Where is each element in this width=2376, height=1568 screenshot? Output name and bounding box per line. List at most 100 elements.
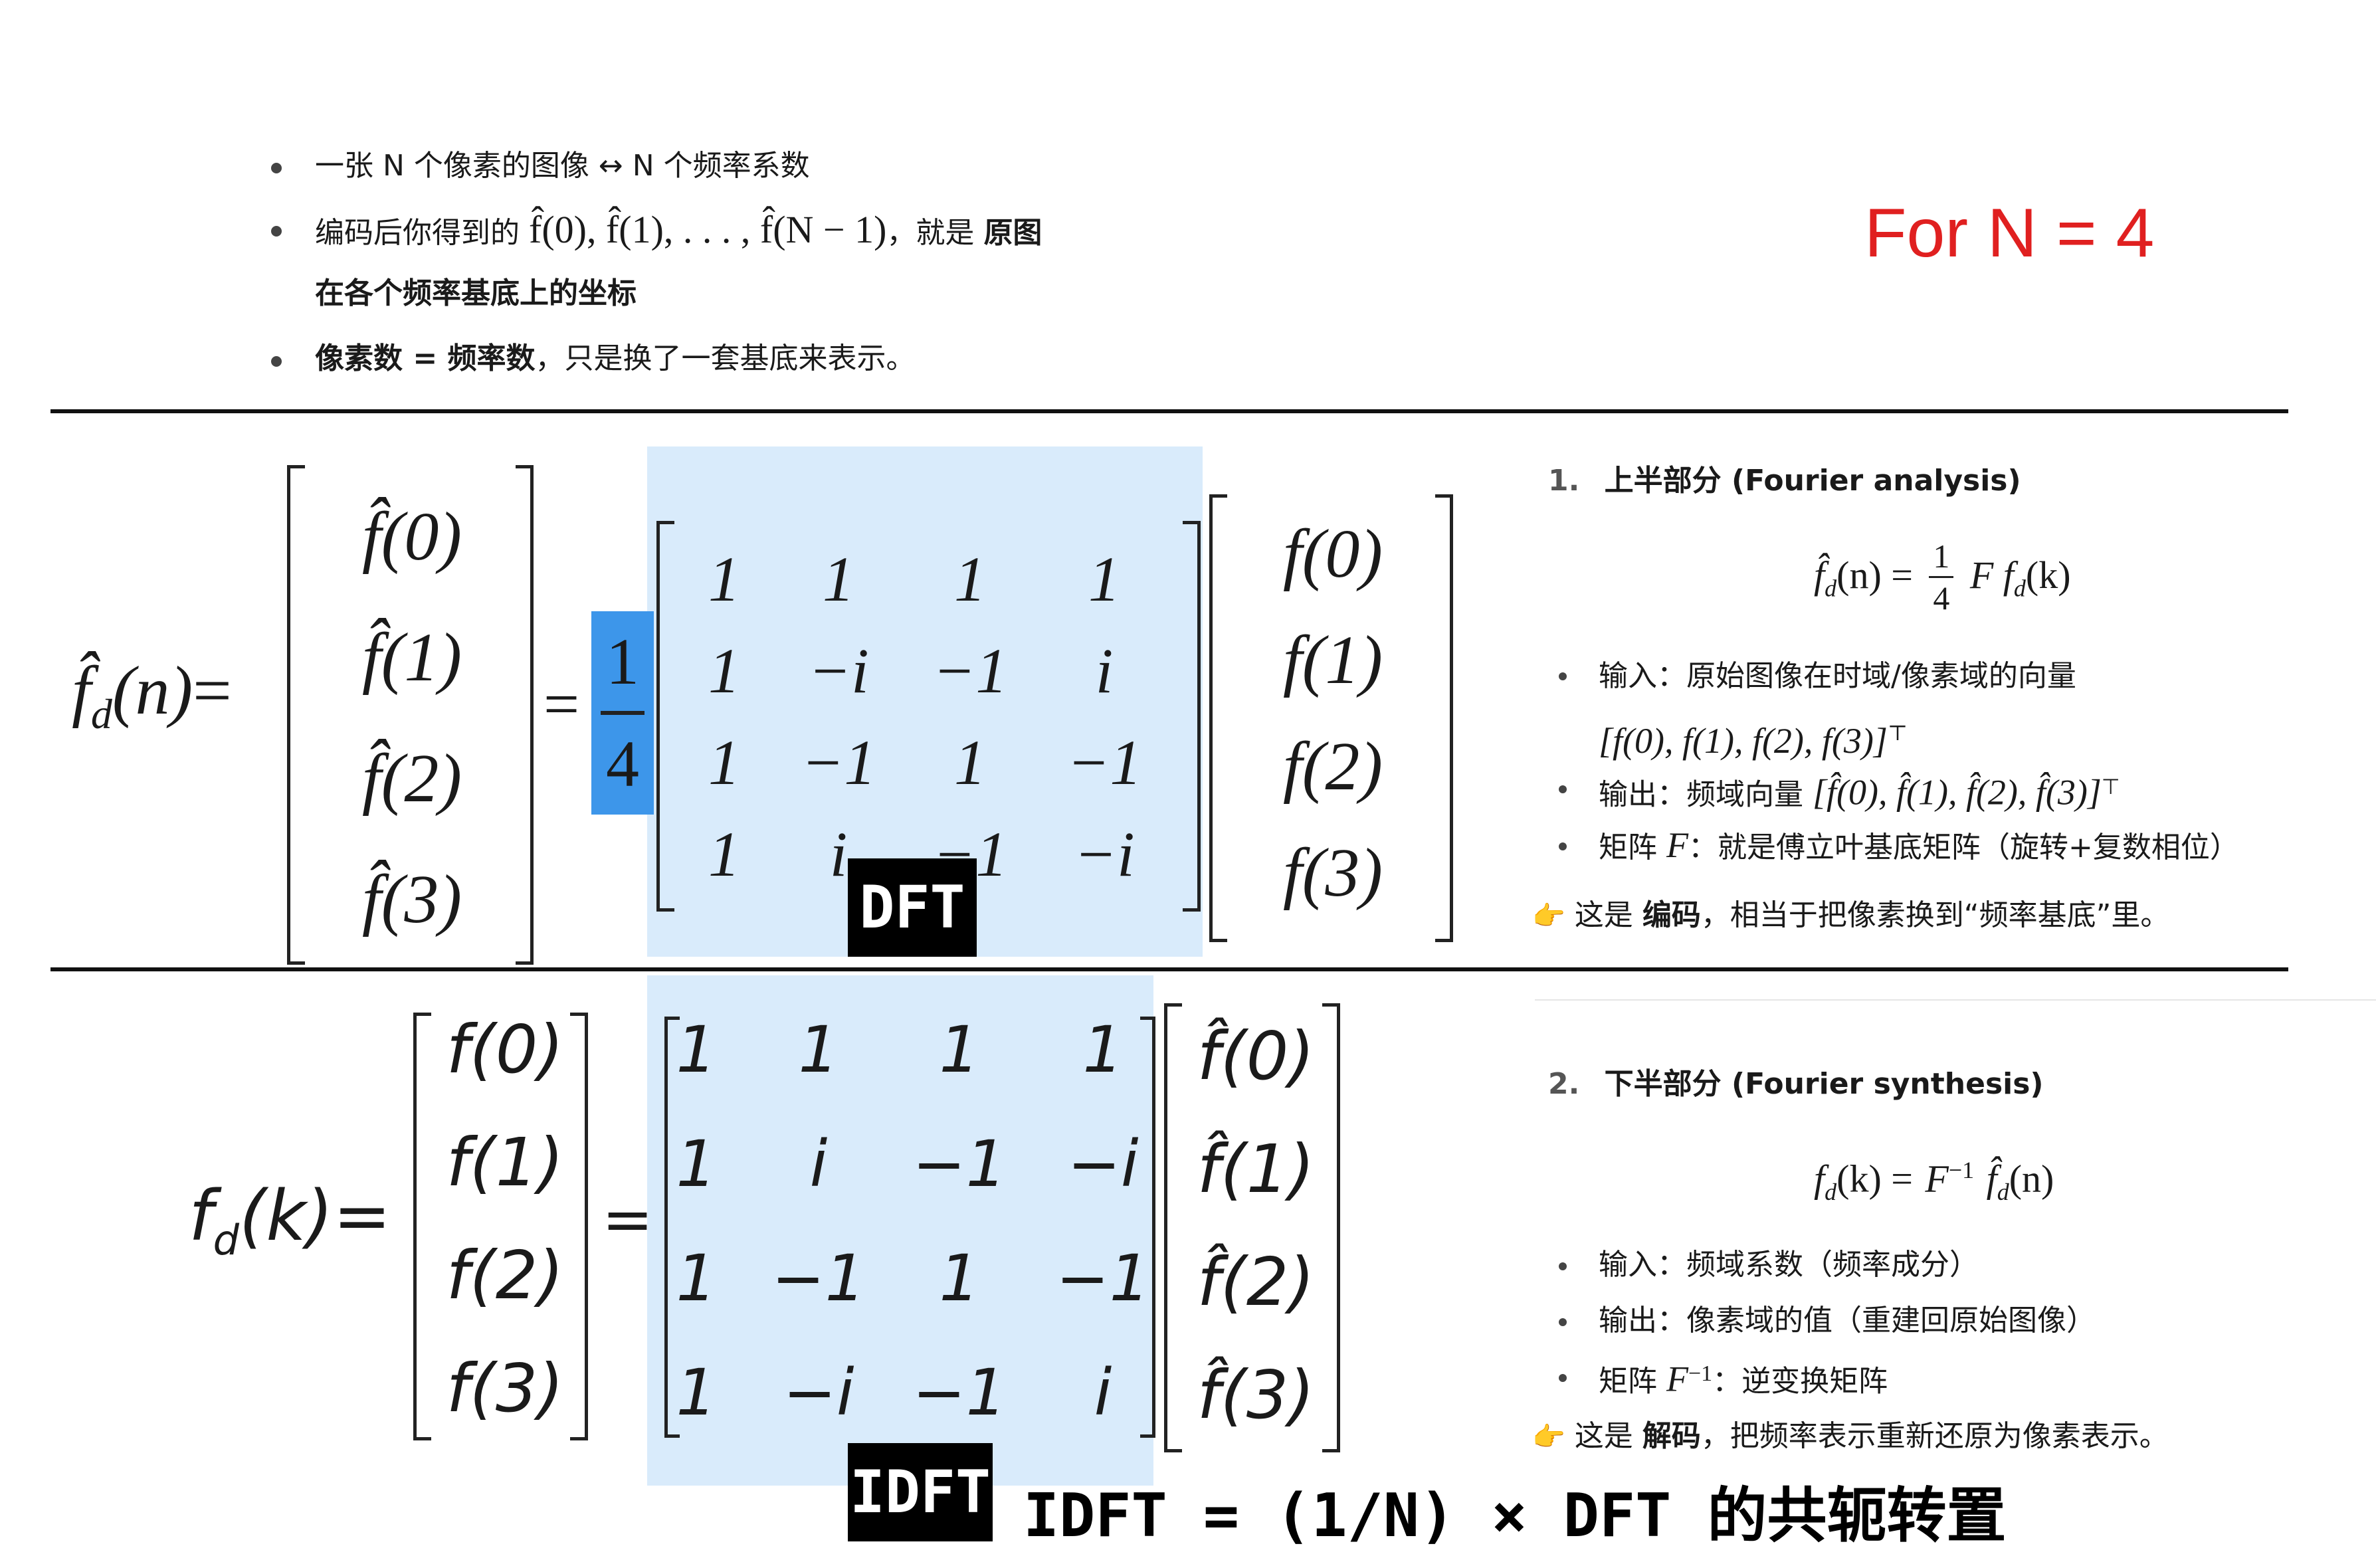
encoding-math: f̂(0), f̂(1), . . . , f̂(N − 1)	[529, 208, 887, 251]
dft-vec-rhs-bracket-left	[1209, 494, 1227, 942]
bullet-dot	[271, 163, 282, 173]
idft-vec-rhs-entry: f̂(0)	[1197, 1017, 1315, 1095]
panel1-formula-frac: 1 4	[1929, 536, 1954, 618]
divider-top	[50, 409, 2288, 413]
divider-light	[1535, 999, 2376, 1001]
idft-matrix-cell: i	[809, 1127, 828, 1201]
idft-vec-rhs-bracket-left	[1164, 1003, 1182, 1452]
dft-lhs-arg: (n)	[112, 652, 193, 729]
panel1-input-sup: ⊤	[1887, 721, 1908, 745]
panel1-formula-frac-num: 1	[1929, 536, 1954, 579]
idft-matrix-cell: i	[1094, 1355, 1112, 1430]
panel1-formula-rhs: F f	[1969, 553, 2014, 597]
bullet-encoding-line2: 在各个频率基底上的坐标	[315, 276, 637, 310]
pixels-eq-freq: 像素数 = 频率数	[315, 342, 536, 375]
dft-fraction-bar	[601, 711, 644, 715]
idft-vec-lhs-entry: f(1)	[446, 1124, 564, 1201]
dft-matrix-cell: −1	[801, 727, 876, 798]
panel2-note-rest: ，把频率表示重新还原为像素表示。	[1700, 1419, 2169, 1453]
bullet-dot	[1559, 672, 1567, 680]
panel1-note-bold: 编码	[1642, 898, 1701, 932]
dft-vec-lhs-entry: f̂(3)	[361, 861, 462, 937]
panel2-input-label: 输入：频域系数（频率成分）	[1599, 1248, 1979, 1282]
dft-vec-rhs-entry: f(1)	[1282, 622, 1383, 698]
panel2-heading-num: 2.	[1548, 1067, 1580, 1101]
for-n-title: For N = 4	[1864, 195, 2155, 272]
panel1-output-label: 输出：频域向量	[1599, 777, 1803, 812]
encoding-bold: 原图	[983, 216, 1042, 250]
dft-matrix-cell: 1	[954, 727, 986, 798]
bullet-dot	[271, 356, 282, 367]
idft-matrix-cell: 1	[676, 1355, 717, 1430]
pixels-eq-freq-rest: ，只是换了一套基底来表示。	[535, 342, 916, 375]
dft-matrix-cell: 1	[823, 543, 854, 615]
panel2-matrix-label: 矩阵	[1599, 1364, 1657, 1399]
bullet-image-frequency: 一张 N 个像素的图像 ↔ N 个频率系数	[315, 149, 810, 183]
panel1-matrix-symbol: F	[1666, 825, 1688, 865]
dft-matrix-cell: 1	[708, 543, 740, 615]
idft-lhs-arg: (k)	[239, 1175, 334, 1256]
bullet-dot	[1559, 1374, 1567, 1382]
conjugate-transpose-caption: IDFT = (1/N) × DFT 的共轭转置	[1023, 1481, 2007, 1551]
bullet-encoding: 编码后你得到的 f̂(0), f̂(1), . . . , f̂(N − 1)，…	[315, 211, 1042, 252]
dft-lhs-symbol: f̂	[72, 652, 91, 729]
dft-lhs: f̂d(n)=	[72, 651, 232, 754]
encoding-mid: ，就是	[886, 216, 975, 250]
dft-vec-lhs-entry: f̂(1)	[361, 619, 462, 696]
idft-matrix-cell: 1	[939, 1013, 980, 1087]
panel2-note-bold: 解码	[1642, 1419, 1701, 1453]
dft-matrix-cell: −1	[932, 635, 1008, 706]
panel2-formula-lhs-arg: (k) =	[1836, 1157, 1913, 1201]
panel2-formula-lhs: f	[1814, 1157, 1825, 1201]
panel1-formula-lhs-arg: (n) =	[1836, 553, 1913, 597]
panel2-note-prefix: 这是	[1574, 1419, 1633, 1453]
panel2-matrix: 矩阵 F−1：逆变换矩阵	[1599, 1355, 1888, 1401]
panel1-output-sup: ⊤	[2101, 774, 2120, 799]
idft-matrix-cell: 1	[676, 1127, 717, 1201]
panel1-matrix: 矩阵 F：就是傅立叶基底矩阵（旋转+复数相位）	[1599, 827, 2239, 866]
pointing-hand-icon: 👉	[1532, 901, 1565, 931]
idft-vec-lhs-entry: f(2)	[446, 1236, 564, 1314]
panel1-matrix-desc: ：就是傅立叶基底矩阵（旋转+复数相位）	[1688, 831, 2239, 864]
dft-fraction-numerator: 1	[606, 625, 639, 698]
dft-matrix-cell: i	[1095, 635, 1114, 706]
dft-vec-lhs-entry: f̂(0)	[361, 498, 462, 575]
idft-matrix-cell: −1	[771, 1241, 866, 1316]
idft-vec-rhs-entry: f̂(3)	[1197, 1356, 1315, 1434]
panel2-note: 👉 这是 解码，把频率表示重新还原为像素表示。	[1532, 1418, 2169, 1456]
dft-vec-lhs-bracket-left	[287, 465, 305, 965]
idft-vec-rhs-entry: f̂(1)	[1197, 1130, 1315, 1208]
dft-matrix-cell: −1	[1066, 727, 1142, 798]
dft-vec-lhs-bracket-right	[516, 465, 534, 965]
panel2-formula-F: F	[1925, 1157, 1949, 1201]
idft-vec-lhs-entry: f(3)	[446, 1349, 564, 1427]
panel1-heading-num: 1.	[1548, 464, 1580, 498]
panel1-formula-lhs: f̂	[1814, 553, 1825, 597]
dft-matrix-cell: 1	[708, 727, 740, 798]
idft-lhs-sub: d	[213, 1215, 239, 1264]
bullet-dot	[1559, 1262, 1567, 1270]
dft-equals: =	[544, 668, 580, 739]
dft-lhs-equals: =	[193, 652, 232, 729]
panel1-note-rest: ，相当于把像素换到“频率基底”里。	[1700, 898, 2170, 932]
idft-matrix-cell: −1	[912, 1355, 1007, 1430]
dft-fraction-denominator: 4	[606, 727, 639, 801]
idft-matrix-cell: 1	[1082, 1013, 1124, 1087]
dft-vec-rhs-entry: f(0)	[1282, 516, 1383, 592]
panel1-input-label: 输入：原始图像在时域/像素域的向量	[1599, 659, 2076, 693]
panel2-matrix-sup: −1	[1688, 1361, 1713, 1386]
pointing-hand-icon: 👉	[1532, 1422, 1565, 1452]
bullet-pixels-frequencies: 像素数 = 频率数，只是换了一套基底来表示。	[315, 340, 916, 377]
dft-vec-rhs-bracket-right	[1435, 494, 1453, 942]
panel2-output-label: 输出：像素域的值（重建回原始图像）	[1599, 1304, 2096, 1337]
panel1-formula-rhs-arg: (k)	[2025, 553, 2071, 597]
panel1-heading: 1. 上半部分 (Fourier analysis)	[1548, 462, 2021, 500]
dft-vec-rhs-entry: f(3)	[1282, 834, 1383, 911]
panel1-input-math: [f(0), f(1), f(2), f(3)]⊤	[1599, 711, 1908, 763]
panel1-input-vector: [f(0), f(1), f(2), f(3)]	[1599, 721, 1888, 761]
idft-vec-rhs-entry: f̂(2)	[1197, 1243, 1315, 1321]
bullet-dot	[1559, 1318, 1567, 1326]
dft-matrix-cell: 1	[954, 543, 986, 615]
panel2-heading: 2. 下半部分 (Fourier synthesis)	[1548, 1066, 2044, 1103]
panel2-formula-rhs: f̂	[1986, 1157, 1997, 1201]
